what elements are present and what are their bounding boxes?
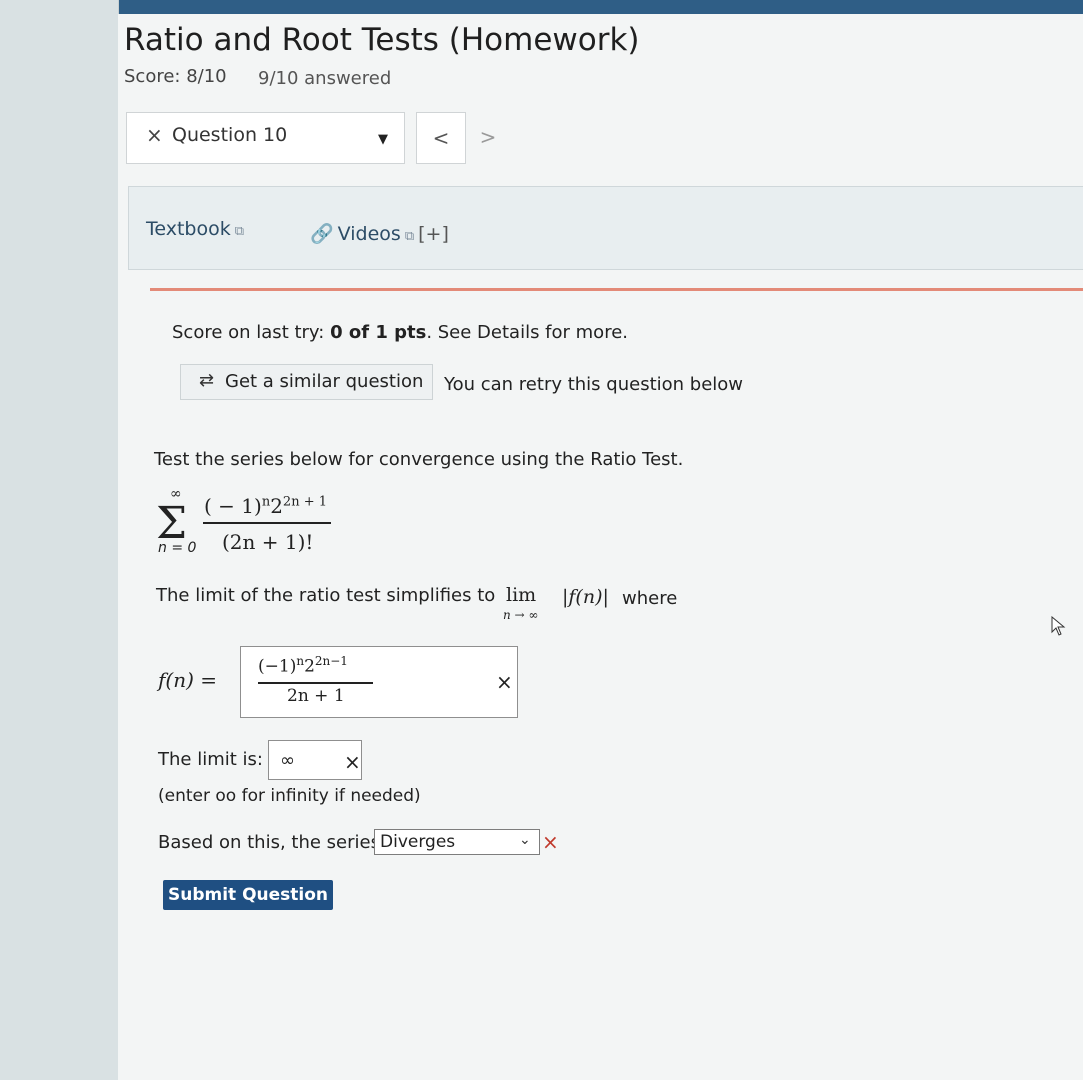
retry-text: You can retry this question below [444,374,744,395]
submit-question-button[interactable]: Submit Question [163,880,333,910]
left-sidebar [0,0,119,1080]
where-text: where [622,588,678,609]
series-conclusion-select[interactable]: Diverges ⌄ [374,829,540,855]
series-numerator: ( − 1)n22n + 1 [204,494,327,518]
videos-link[interactable]: 🔗 Videos ⧉ [+] [310,222,449,245]
series-denominator: (2n + 1)! [222,530,314,554]
limit-operator: lim [506,584,537,606]
question-label: Question 10 [172,124,288,146]
paperclip-icon: 🔗 [310,223,334,245]
fn-answer-numerator: (−1)n22n−1 [258,654,348,677]
more-videos-button[interactable]: [+] [418,223,449,245]
external-link-icon: ⧉ [404,229,415,244]
series-fraction-bar [203,522,331,524]
chevron-down-icon: ⌄ [519,832,531,848]
resources-panel [128,186,1083,270]
question-prompt: Test the series below for convergence us… [154,449,684,470]
incorrect-icon: × [496,670,513,694]
fn-answer-denominator: 2n + 1 [287,686,345,706]
similar-question-label: Get a similar question [225,371,424,392]
previous-question-button[interactable]: < [416,112,466,164]
fn-label: f(n) = [158,668,218,692]
limit-subscript: n → ∞ [503,608,539,622]
limit-prompt: The limit of the ratio test simplifies t… [156,585,496,606]
top-bar [0,0,1083,14]
incorrect-icon: × [146,123,163,147]
series-conclusion-label: Based on this, the series [158,832,380,853]
refresh-icon: ⇄ [199,370,215,391]
fn-fraction-bar [258,682,373,684]
incorrect-icon: × [542,830,559,854]
absolute-function: |f(n)| [562,586,609,608]
limit-label: The limit is: [158,749,263,770]
next-question-button[interactable]: > [470,112,506,162]
mouse-cursor-icon [1051,616,1066,636]
videos-label: Videos [337,223,401,245]
limit-answer-value: ∞ [280,750,295,771]
chevron-down-icon[interactable]: ▼ [378,132,388,147]
limit-hint: (enter oo for infinity if needed) [158,786,421,806]
feedback-divider [150,288,1083,291]
answered-count: 9/10 answered [258,68,392,89]
series-conclusion-value: Diverges [380,832,456,852]
last-try-score: Score on last try: 0 of 1 pts. See Detai… [172,322,628,343]
page-title: Ratio and Root Tests (Homework) [124,22,640,58]
score-text: Score: 8/10 [124,66,227,87]
textbook-link[interactable]: Textbook ⧉ [146,218,244,240]
similar-question-button[interactable]: ⇄ Get a similar question [180,364,433,400]
sum-lower-limit: n = 0 [158,540,197,556]
external-link-icon: ⧉ [234,224,245,239]
incorrect-icon: × [344,750,361,774]
textbook-label: Textbook [146,218,231,240]
